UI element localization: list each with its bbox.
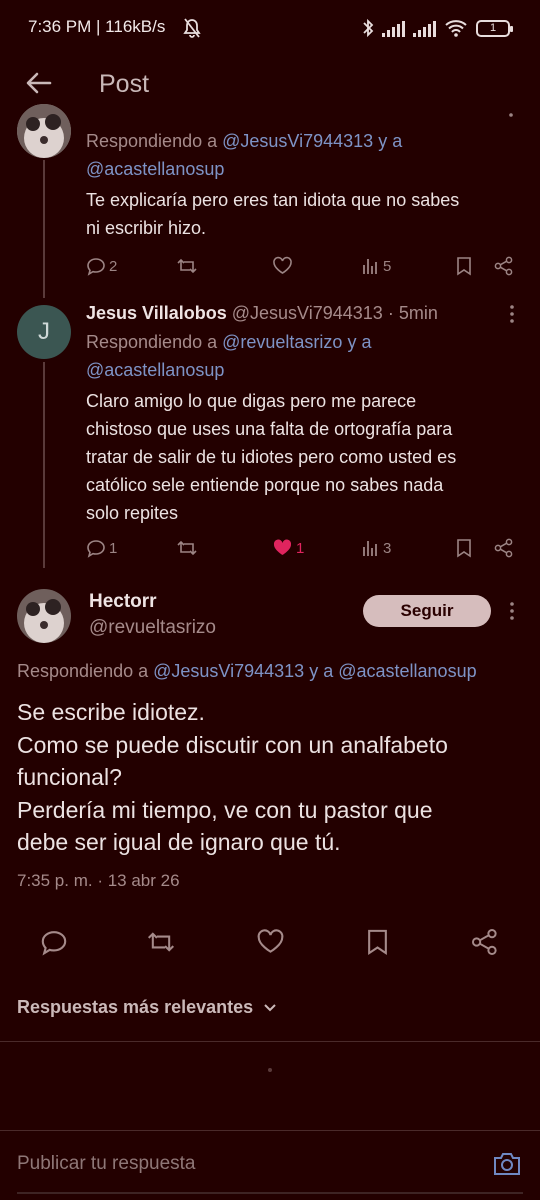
post-timestamp: 7:35 p. m. · 13 abr 26: [17, 871, 180, 890]
mention-link[interactable]: @acastellanosup: [86, 155, 224, 183]
avatar[interactable]: [17, 589, 71, 643]
mention-link[interactable]: @acastellanosup: [338, 661, 476, 681]
views-chart-icon: [362, 257, 380, 275]
post-text: Se escribe idiotez. Como se puede discut…: [17, 699, 448, 855]
status-time: 7:36 PM | 116kB/s: [28, 17, 166, 36]
status-bar: 7:36 PM | 116kB/s 1: [0, 0, 540, 56]
mute-bell-icon: [183, 18, 201, 38]
avatar[interactable]: [17, 104, 71, 158]
comment-icon[interactable]: [40, 928, 68, 956]
reply-text: Claro amigo lo que digas pero me parece …: [86, 391, 457, 523]
replying-to: Respondiendo a @JesusVi7944313 y a @acas…: [17, 661, 477, 681]
mention-link[interactable]: @acastellanosup: [86, 356, 224, 384]
heart-filled-icon: [272, 538, 293, 558]
author-name[interactable]: Jesus Villalobos: [86, 303, 227, 323]
reply-button[interactable]: 1: [86, 536, 117, 560]
share-icon: [494, 538, 514, 558]
mention-link[interactable]: @revueltasrizo: [222, 332, 342, 352]
bluetooth-icon: [362, 18, 374, 38]
retweet-button[interactable]: [176, 536, 198, 560]
wifi-icon: [444, 18, 468, 38]
retweet-button[interactable]: [176, 254, 198, 278]
share-button[interactable]: [494, 536, 514, 560]
avatar[interactable]: J: [17, 305, 71, 359]
mention-link[interactable]: @JesusVi7944313: [153, 661, 304, 681]
thread-line: [43, 160, 45, 298]
reply-composer-input[interactable]: Publicar tu respuesta: [17, 1153, 196, 1175]
retweet-icon[interactable]: [146, 928, 176, 956]
follow-button[interactable]: Seguir: [363, 595, 491, 627]
sort-label: Respuestas más relevantes: [17, 997, 254, 1017]
composer-underline: [17, 1192, 523, 1194]
replying-to: Respondiendo a @revueltasrizo y a: [86, 332, 372, 352]
chevron-down-icon: [263, 1003, 277, 1013]
heart-icon[interactable]: [256, 928, 285, 956]
bookmark-icon: [455, 256, 473, 276]
author-handle[interactable]: @JesusVi7944313: [232, 303, 383, 323]
share-button[interactable]: [494, 254, 514, 278]
retweet-icon: [176, 256, 198, 276]
author-handle[interactable]: @revueltasrizo: [89, 617, 216, 639]
more-options-icon[interactable]: [504, 112, 518, 122]
views-chart-icon: [362, 539, 380, 557]
divider: [0, 1041, 540, 1042]
signal-icon: [382, 19, 405, 37]
back-arrow-icon[interactable]: [22, 66, 56, 100]
page-title: Post: [99, 70, 150, 98]
bookmark-button[interactable]: [455, 536, 473, 560]
heart-icon: [272, 256, 293, 276]
replying-to: Respondiendo a @JesusVi7944313 y a: [86, 131, 403, 151]
views-button[interactable]: 3: [362, 536, 391, 560]
share-icon[interactable]: [471, 928, 499, 956]
reply-text: Te explicaría pero eres tan idiota que n…: [86, 190, 460, 238]
mention-link[interactable]: @JesusVi7944313: [222, 131, 373, 151]
bookmark-icon: [455, 538, 473, 558]
reply-button[interactable]: 2: [86, 254, 117, 278]
divider: [0, 1130, 540, 1131]
more-options-icon[interactable]: [505, 601, 519, 621]
loading-indicator: [268, 1068, 272, 1072]
signal-icon: [413, 19, 436, 37]
thread-line: [43, 362, 45, 568]
retweet-icon: [176, 538, 198, 558]
author-line: Jesus Villalobos @JesusVi7944313 · 5min: [86, 301, 438, 325]
author-name[interactable]: Hectorr: [89, 591, 157, 613]
comment-icon: [86, 256, 106, 276]
sort-replies-dropdown[interactable]: Respuestas más relevantes: [17, 997, 277, 1018]
battery-icon: 1: [476, 19, 513, 37]
comment-icon: [86, 538, 106, 558]
like-button[interactable]: [272, 254, 293, 278]
more-options-icon[interactable]: [505, 304, 519, 324]
post-time: · 5min: [387, 303, 438, 323]
views-button[interactable]: 5: [362, 254, 391, 278]
camera-icon[interactable]: [492, 1150, 522, 1178]
like-button[interactable]: 1: [272, 536, 304, 560]
bookmark-button[interactable]: [455, 254, 473, 278]
bookmark-icon[interactable]: [365, 928, 390, 956]
share-icon: [494, 256, 514, 276]
